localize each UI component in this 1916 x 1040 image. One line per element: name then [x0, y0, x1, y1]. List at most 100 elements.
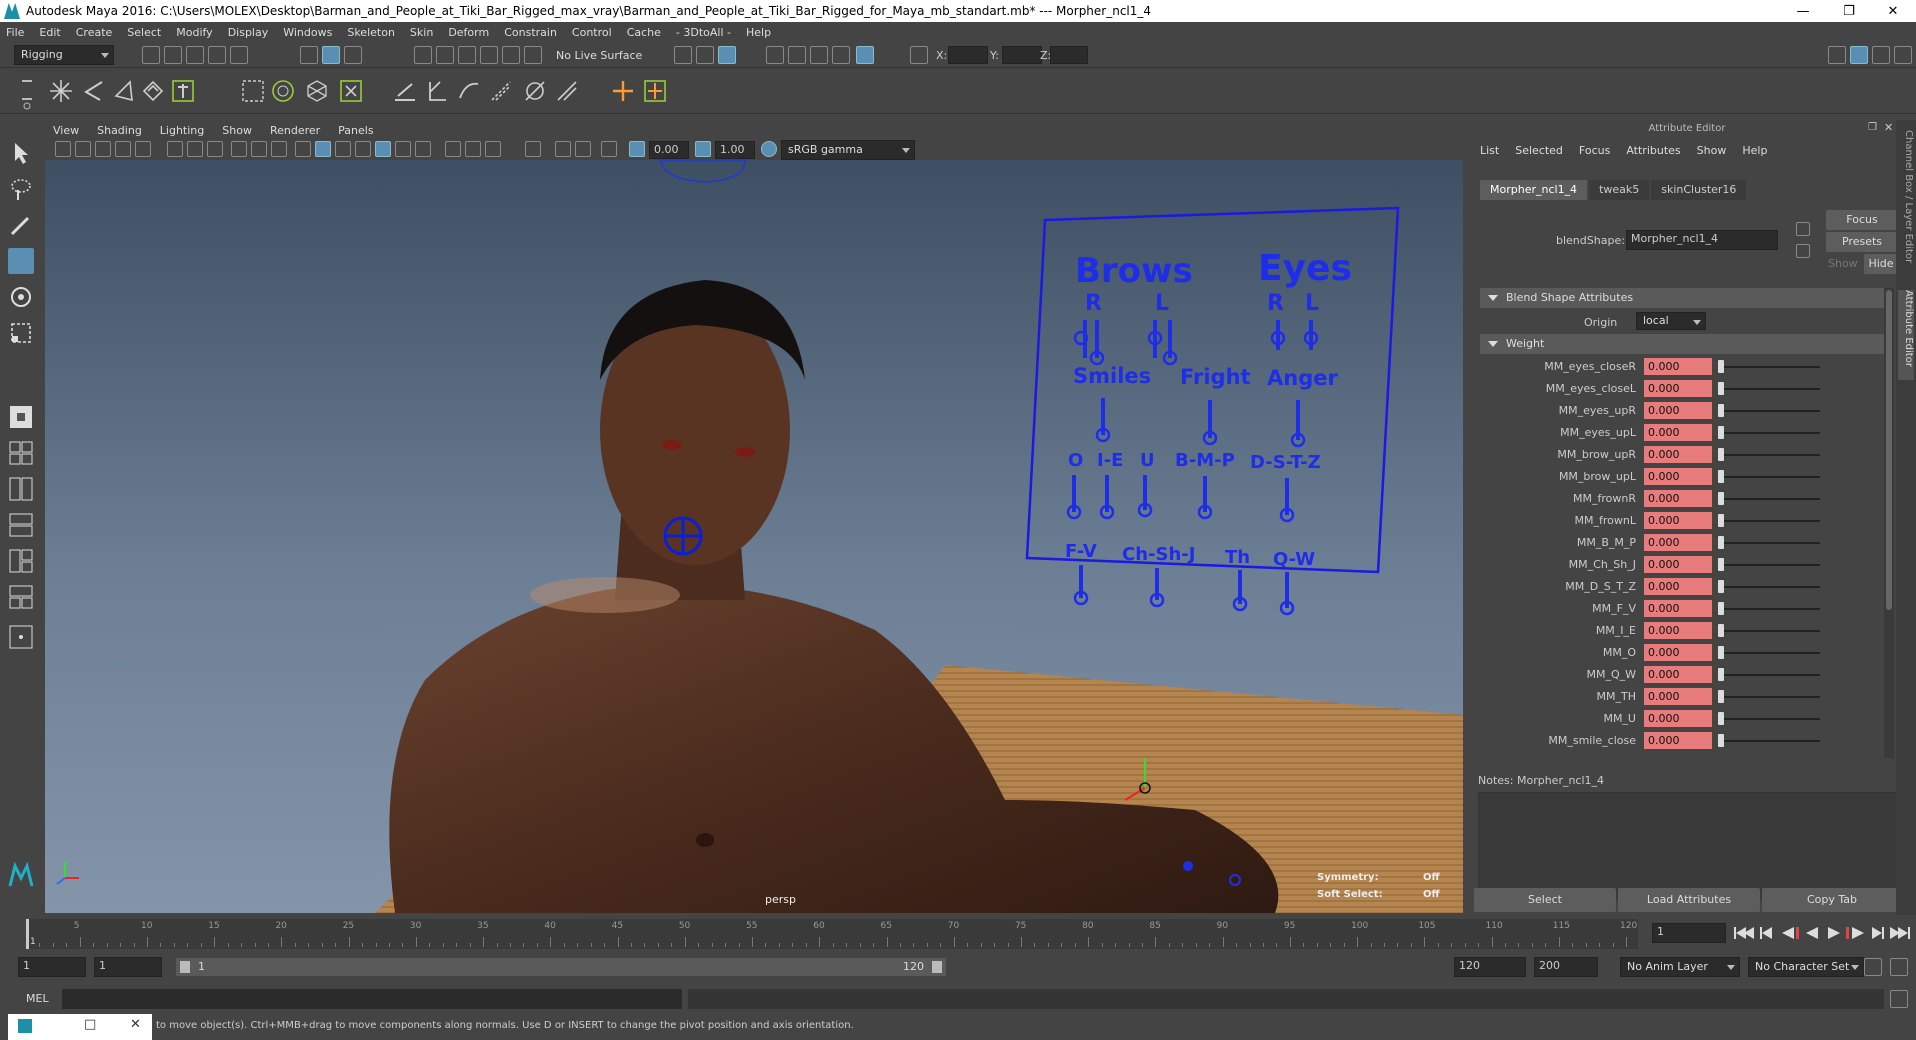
weight-slider-track[interactable]	[1720, 542, 1820, 544]
ae-scrollbar[interactable]	[1884, 288, 1894, 758]
transform-mode-icon[interactable]	[910, 46, 928, 64]
render-layout-icon[interactable]	[8, 584, 34, 610]
xray-active-icon[interactable]	[575, 141, 591, 157]
reset-weights-icon[interactable]	[554, 78, 580, 104]
step-back-key-icon[interactable]	[1782, 927, 1799, 939]
new-scene-icon[interactable]	[142, 46, 160, 64]
skin-bind-icon[interactable]	[140, 78, 166, 104]
go-to-end-icon[interactable]	[1890, 927, 1910, 939]
channel-box-toggle-icon[interactable]	[1894, 46, 1912, 64]
z-field[interactable]	[1050, 46, 1088, 64]
current-time-marker[interactable]	[26, 919, 29, 949]
graph-layout-icon[interactable]	[8, 512, 34, 538]
gamma-field[interactable]: 1.00	[715, 141, 755, 159]
taskbar-close-icon[interactable]: ✕	[130, 1017, 141, 1032]
menu-select[interactable]: Select	[127, 26, 161, 39]
auto-key-icon[interactable]	[1864, 958, 1882, 976]
weight-slider-handle[interactable]	[1718, 360, 1724, 373]
render-view-icon[interactable]	[788, 46, 806, 64]
move-tool-icon[interactable]	[8, 248, 34, 274]
weight-value-field[interactable]: 0.000	[1644, 358, 1712, 375]
control-curve-icon[interactable]	[642, 78, 668, 104]
weight-slider-handle[interactable]	[1718, 734, 1724, 747]
select-input-icon[interactable]	[1796, 222, 1810, 236]
channel-box-side-tab[interactable]: Channel Box / Layer Editor	[1898, 130, 1914, 280]
image-plane-icon[interactable]	[115, 141, 131, 157]
weight-value-field[interactable]: 0.000	[1644, 512, 1712, 529]
snap-grid-icon[interactable]	[414, 46, 432, 64]
maya-home-icon[interactable]	[8, 862, 34, 888]
color-management-icon[interactable]	[761, 141, 777, 157]
light-editor-icon[interactable]	[832, 46, 850, 64]
menu-help[interactable]: Help	[746, 26, 771, 39]
snap-surface-icon[interactable]	[502, 46, 520, 64]
select-output-icon[interactable]	[1796, 244, 1810, 258]
close-button[interactable]: ✕	[1870, 0, 1916, 22]
copy-tab-button[interactable]: Copy Tab	[1762, 888, 1902, 912]
menu-modify[interactable]: Modify	[176, 26, 212, 39]
playback-end-field[interactable]: 120	[1454, 957, 1526, 977]
select-hierarchy-icon[interactable]	[300, 46, 318, 64]
mirror-weights-icon[interactable]	[424, 78, 450, 104]
animation-prefs-icon[interactable]	[1890, 958, 1908, 976]
paint-select-icon[interactable]	[8, 212, 34, 238]
command-input[interactable]	[62, 989, 682, 1009]
taskbar-thumbnail[interactable]: □ ✕	[8, 1014, 152, 1040]
weight-slider-track[interactable]	[1720, 366, 1820, 368]
ae-menu-show[interactable]: Show	[1697, 144, 1727, 157]
script-editor-icon[interactable]	[1890, 990, 1908, 1008]
gamma-icon[interactable]	[695, 141, 711, 157]
anim-layer-dropdown[interactable]: No Anim Layer	[1620, 957, 1740, 977]
undo-icon[interactable]	[208, 46, 226, 64]
weight-slider-handle[interactable]	[1718, 536, 1724, 549]
menu-skeleton[interactable]: Skeleton	[347, 26, 395, 39]
ambient-occlusion-icon[interactable]	[445, 141, 461, 157]
mode-dropdown[interactable]: Rigging	[14, 45, 114, 65]
weight-slider-handle[interactable]	[1718, 668, 1724, 681]
presets-button[interactable]: Presets	[1826, 232, 1898, 252]
copy-weights-icon[interactable]	[456, 78, 482, 104]
restore-button[interactable]: ❐	[1826, 0, 1872, 22]
motion-blur-icon[interactable]	[465, 141, 481, 157]
snap-vertex-icon[interactable]	[524, 46, 542, 64]
weight-value-field[interactable]: 0.000	[1644, 578, 1712, 595]
detach-skin-icon[interactable]	[170, 78, 196, 104]
ae-menu-selected[interactable]: Selected	[1515, 144, 1563, 157]
locator-icon[interactable]	[610, 78, 636, 104]
weight-slider-handle[interactable]	[1718, 646, 1724, 659]
select-component-icon[interactable]	[344, 46, 362, 64]
hide-button[interactable]: Hide	[1864, 254, 1898, 274]
weight-slider-track[interactable]	[1720, 652, 1820, 654]
tab-tweak[interactable]: tweak5	[1589, 180, 1650, 200]
blendshape-name-field[interactable]: Morpher_ncl1_4	[1626, 230, 1778, 250]
anti-aliasing-icon[interactable]	[485, 141, 501, 157]
exposure-icon[interactable]	[629, 141, 645, 157]
weight-value-field[interactable]: 0.000	[1644, 600, 1712, 617]
weight-slider-handle[interactable]	[1718, 580, 1724, 593]
smooth-weights-icon[interactable]	[488, 78, 514, 104]
weight-slider-handle[interactable]	[1718, 690, 1724, 703]
weight-slider-track[interactable]	[1720, 740, 1820, 742]
origin-dropdown[interactable]: local	[1636, 312, 1706, 330]
face-control-board[interactable]: Brows Eyes R L R L Smiles Fright Anger O…	[1025, 206, 1400, 616]
weight-slider-track[interactable]	[1720, 630, 1820, 632]
weight-value-field[interactable]: 0.000	[1644, 424, 1712, 441]
ae-menu-focus[interactable]: Focus	[1579, 144, 1610, 157]
weight-value-field[interactable]: 0.000	[1644, 490, 1712, 507]
2d-pan-icon[interactable]	[135, 141, 151, 157]
weight-slider-track[interactable]	[1720, 454, 1820, 456]
vray-icon[interactable]	[856, 46, 874, 64]
tab-skincluster[interactable]: skinCluster16	[1651, 180, 1747, 200]
neck-control-icon[interactable]	[663, 516, 703, 556]
current-frame-field[interactable]: 1	[1652, 923, 1726, 943]
weight-value-field[interactable]: 0.000	[1644, 688, 1712, 705]
open-scene-icon[interactable]	[164, 46, 182, 64]
weight-value-field[interactable]: 0.000	[1644, 380, 1712, 397]
weight-slider-handle[interactable]	[1718, 558, 1724, 571]
menu-display[interactable]: Display	[228, 26, 269, 39]
weight-value-field[interactable]: 0.000	[1644, 644, 1712, 661]
weight-slider-track[interactable]	[1720, 718, 1820, 720]
xray-joints-icon[interactable]	[555, 141, 571, 157]
tool-settings-icon[interactable]	[1872, 46, 1890, 64]
custom-layout-icon[interactable]	[8, 624, 34, 650]
